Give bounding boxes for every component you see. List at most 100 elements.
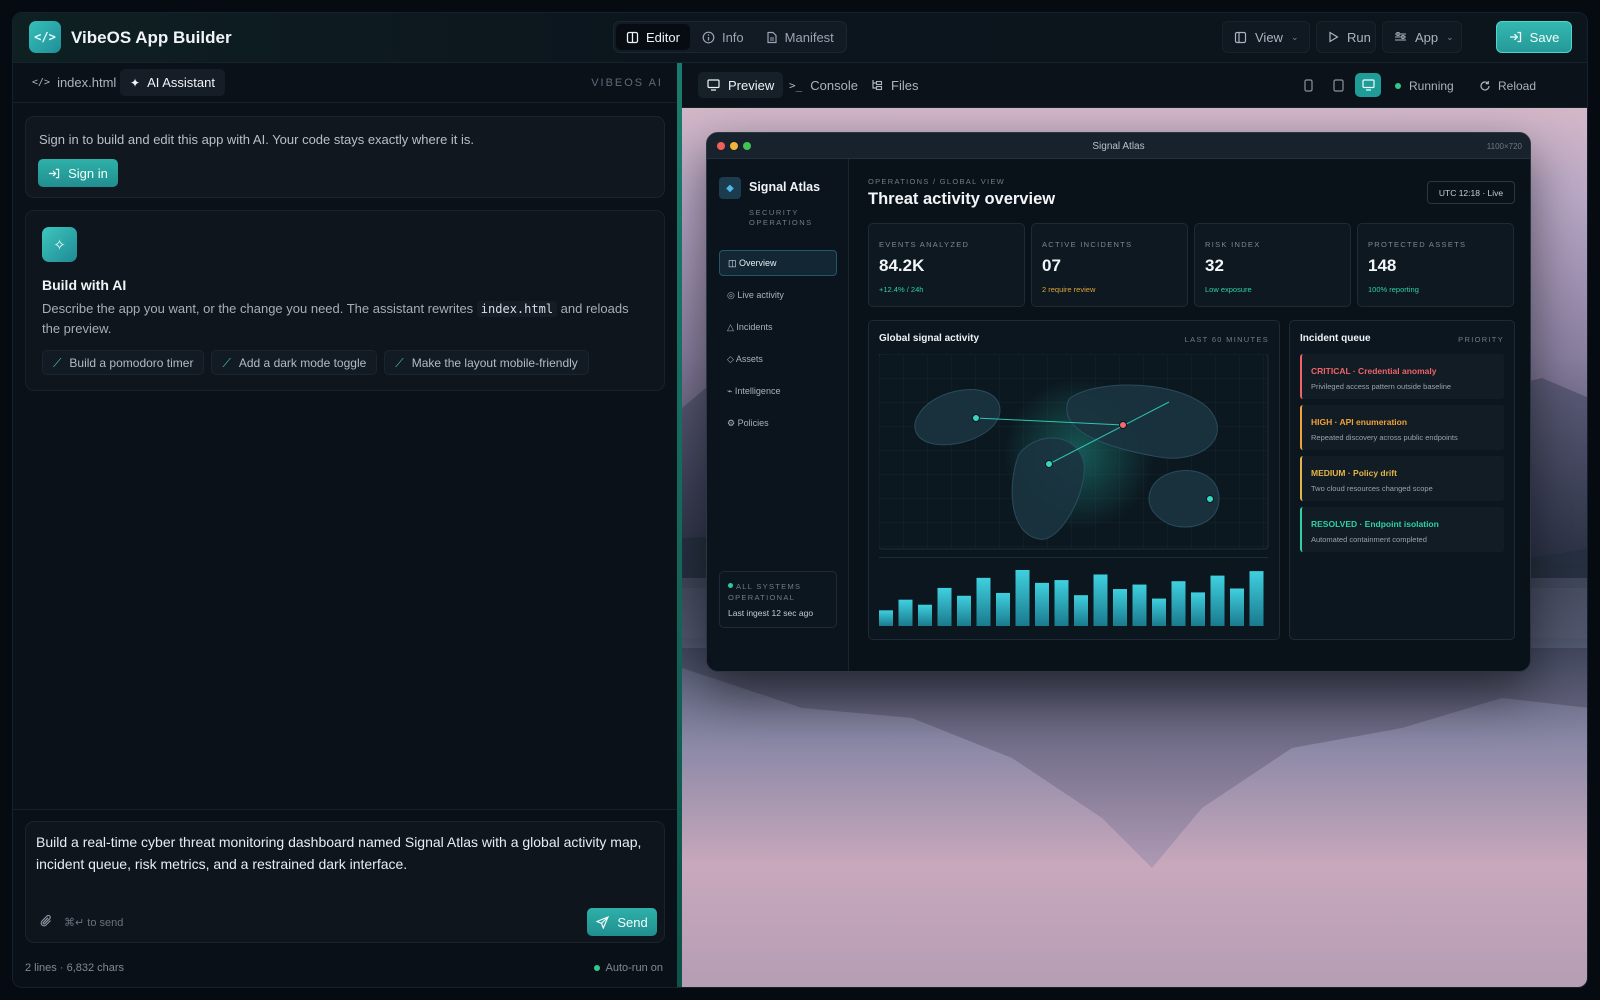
suggestion-chip[interactable]: ⟋ Build a pomodoro timer [42,350,205,375]
window-titlebar: Signal Atlas 1100×720 [707,133,1530,159]
kpi-card: PROTECTED ASSETS 148 100% reporting [1357,223,1514,307]
suggestion-chip[interactable]: ⟋ Add a dark mode toggle [211,350,378,375]
inline-filename: index.html [476,301,558,317]
tab-manifest[interactable]: Manifest [756,24,844,50]
incident-queue-card: Incident queue PRIORITY CRITICAL · Crede… [1289,320,1515,640]
incident-item[interactable]: RESOLVED · Endpoint isolation Automated … [1300,507,1504,552]
desktop-icon[interactable] [1355,73,1381,97]
save-button[interactable]: Save [1496,21,1572,53]
preview-pane: Preview >_ Console Files Running Reload … [682,63,1587,987]
preview-viewport: Signal Atlas 1100×720 ◆ Signal Atlas SEC… [682,108,1587,987]
map-title: Global signal activity [879,333,980,344]
chevron-down-icon: ⌄ [1446,31,1454,42]
tab-info[interactable]: Info [692,24,754,50]
signin-message: Sign in to build and edit this app with … [39,132,475,147]
info-icon [702,31,715,44]
incident-title: RESOLVED · Endpoint isolation [1311,519,1439,529]
nav-assets[interactable]: ◇ Assets [719,346,837,372]
kpi-card: EVENTS ANALYZED 84.2K +12.4% / 24h [868,223,1025,307]
activity-bar [1054,580,1069,626]
layout-icon [1234,31,1247,44]
live-badge: UTC 12:18 · Live [1427,181,1515,204]
signal-node [972,414,980,422]
auto-run-label: Auto-run on [605,962,663,974]
nav-live-activity[interactable]: ◎ Live activity [719,282,837,308]
page-title: Threat activity overview [868,190,1056,208]
phone-icon[interactable] [1295,73,1321,97]
prompt-composer[interactable]: Build a real-time cyber threat monitorin… [25,821,665,943]
activity-bar [1074,595,1088,626]
activity-bar [918,604,932,626]
reload-button[interactable]: Reload [1479,79,1536,93]
status-dot [728,583,733,588]
prompt-input[interactable]: Build a real-time cyber threat monitorin… [36,831,656,875]
activity-bar [1015,570,1030,626]
queue-sort: PRIORITY [1458,335,1504,344]
tab-console[interactable]: >_ Console [780,72,867,98]
paper-plane-icon [596,915,610,929]
activity-bar [957,595,971,626]
signal-node [1206,495,1214,503]
activity-bar [1210,575,1225,626]
magic-wand-icon: ⟋ [395,355,404,370]
incident-item[interactable]: HIGH · API enumeration Repeated discover… [1300,405,1504,450]
app-title: VibeOS App Builder [71,28,232,47]
nav-policies[interactable]: ⚙ Policies [719,410,837,436]
incident-desc: Privileged access pattern outside baseli… [1311,382,1452,391]
incident-item[interactable]: MEDIUM · Policy drift Two cloud resource… [1300,456,1504,501]
app-window: </> VibeOS App Builder Editor Info Manif… [12,12,1588,988]
assistant-pane: </> index.html ✦ AI Assistant VIBEOS AI … [13,63,677,987]
view-menu-button[interactable]: View ⌄ [1222,21,1310,53]
build-title: Build with AI [42,277,127,293]
paperclip-icon[interactable] [40,914,53,931]
signal-node-alert [1119,421,1127,429]
activity-bar [1171,581,1186,626]
magic-wand-icon: ⟋ [222,355,231,370]
signin-card: Sign in to build and edit this app with … [25,116,665,198]
suggestion-chip[interactable]: ⟋ Make the layout mobile-friendly [384,350,589,375]
suggestion-label: Make the layout mobile-friendly [411,355,578,370]
kpi-note: 2 require review [1042,285,1096,294]
tab-files[interactable]: Files [862,72,927,98]
tab-preview[interactable]: Preview [698,72,784,98]
tab-manifest-label: Manifest [784,29,834,45]
activity-bar [937,587,952,626]
activity-bar [1191,592,1205,626]
incident-item[interactable]: CRITICAL · Credential anomaly Privileged… [1300,354,1504,399]
document-stats: 2 lines · 6,832 chars [25,962,125,974]
nav-overview[interactable]: ◫ Overview [719,250,837,276]
window-size: 1100×720 [1486,142,1522,151]
login-arrow-icon [1509,31,1522,43]
activity-bar [976,577,991,626]
tab-editor[interactable]: Editor [616,24,690,50]
status-dot [1395,83,1401,89]
activity-bar [879,610,893,626]
system-status-label: ALL SYSTEMS OPERATIONAL [728,582,802,602]
tab-index-html[interactable]: </> index.html [22,69,126,96]
activity-bar [1230,588,1244,626]
build-description-text: Describe the app you want, or the change… [42,301,477,316]
activity-bar [898,599,913,626]
incident-title: MEDIUM · Policy drift [1311,468,1397,478]
kpi-card: RISK INDEX 32 Low exposure [1194,223,1351,307]
kpi-card: ACTIVE INCIDENTS 07 2 require review [1031,223,1188,307]
tab-files-label: Files [891,77,919,93]
app-menu-button[interactable]: App ⌄ [1382,21,1462,53]
signin-button[interactable]: Sign in [38,159,118,187]
composer-area: Build a real-time cyber threat monitorin… [13,809,677,987]
send-shortcut-hint: ⌘↵ to send [64,917,124,929]
left-tab-bar: </> index.html ✦ AI Assistant VIBEOS AI [13,63,677,103]
login-arrow-icon [48,168,60,179]
send-button[interactable]: Send [587,908,657,936]
chevron-down-icon: ⌄ [1290,31,1299,42]
tab-ai-assistant[interactable]: ✦ AI Assistant [120,69,225,96]
tablet-icon[interactable] [1325,73,1351,97]
kpi-value: 84.2K [879,256,925,275]
run-button[interactable]: Run [1316,21,1376,53]
divider [879,557,1268,558]
build-description: Describe the app you want, or the change… [42,299,642,339]
nav-intelligence[interactable]: ⌁ Intelligence [719,378,837,404]
suggestion-list: ⟋ Build a pomodoro timer ⟋ Add a dark mode… [42,350,589,375]
nav-incidents[interactable]: △ Incidents [719,314,837,340]
preview-app-window: Signal Atlas 1100×720 ◆ Signal Atlas SEC… [706,132,1531,672]
